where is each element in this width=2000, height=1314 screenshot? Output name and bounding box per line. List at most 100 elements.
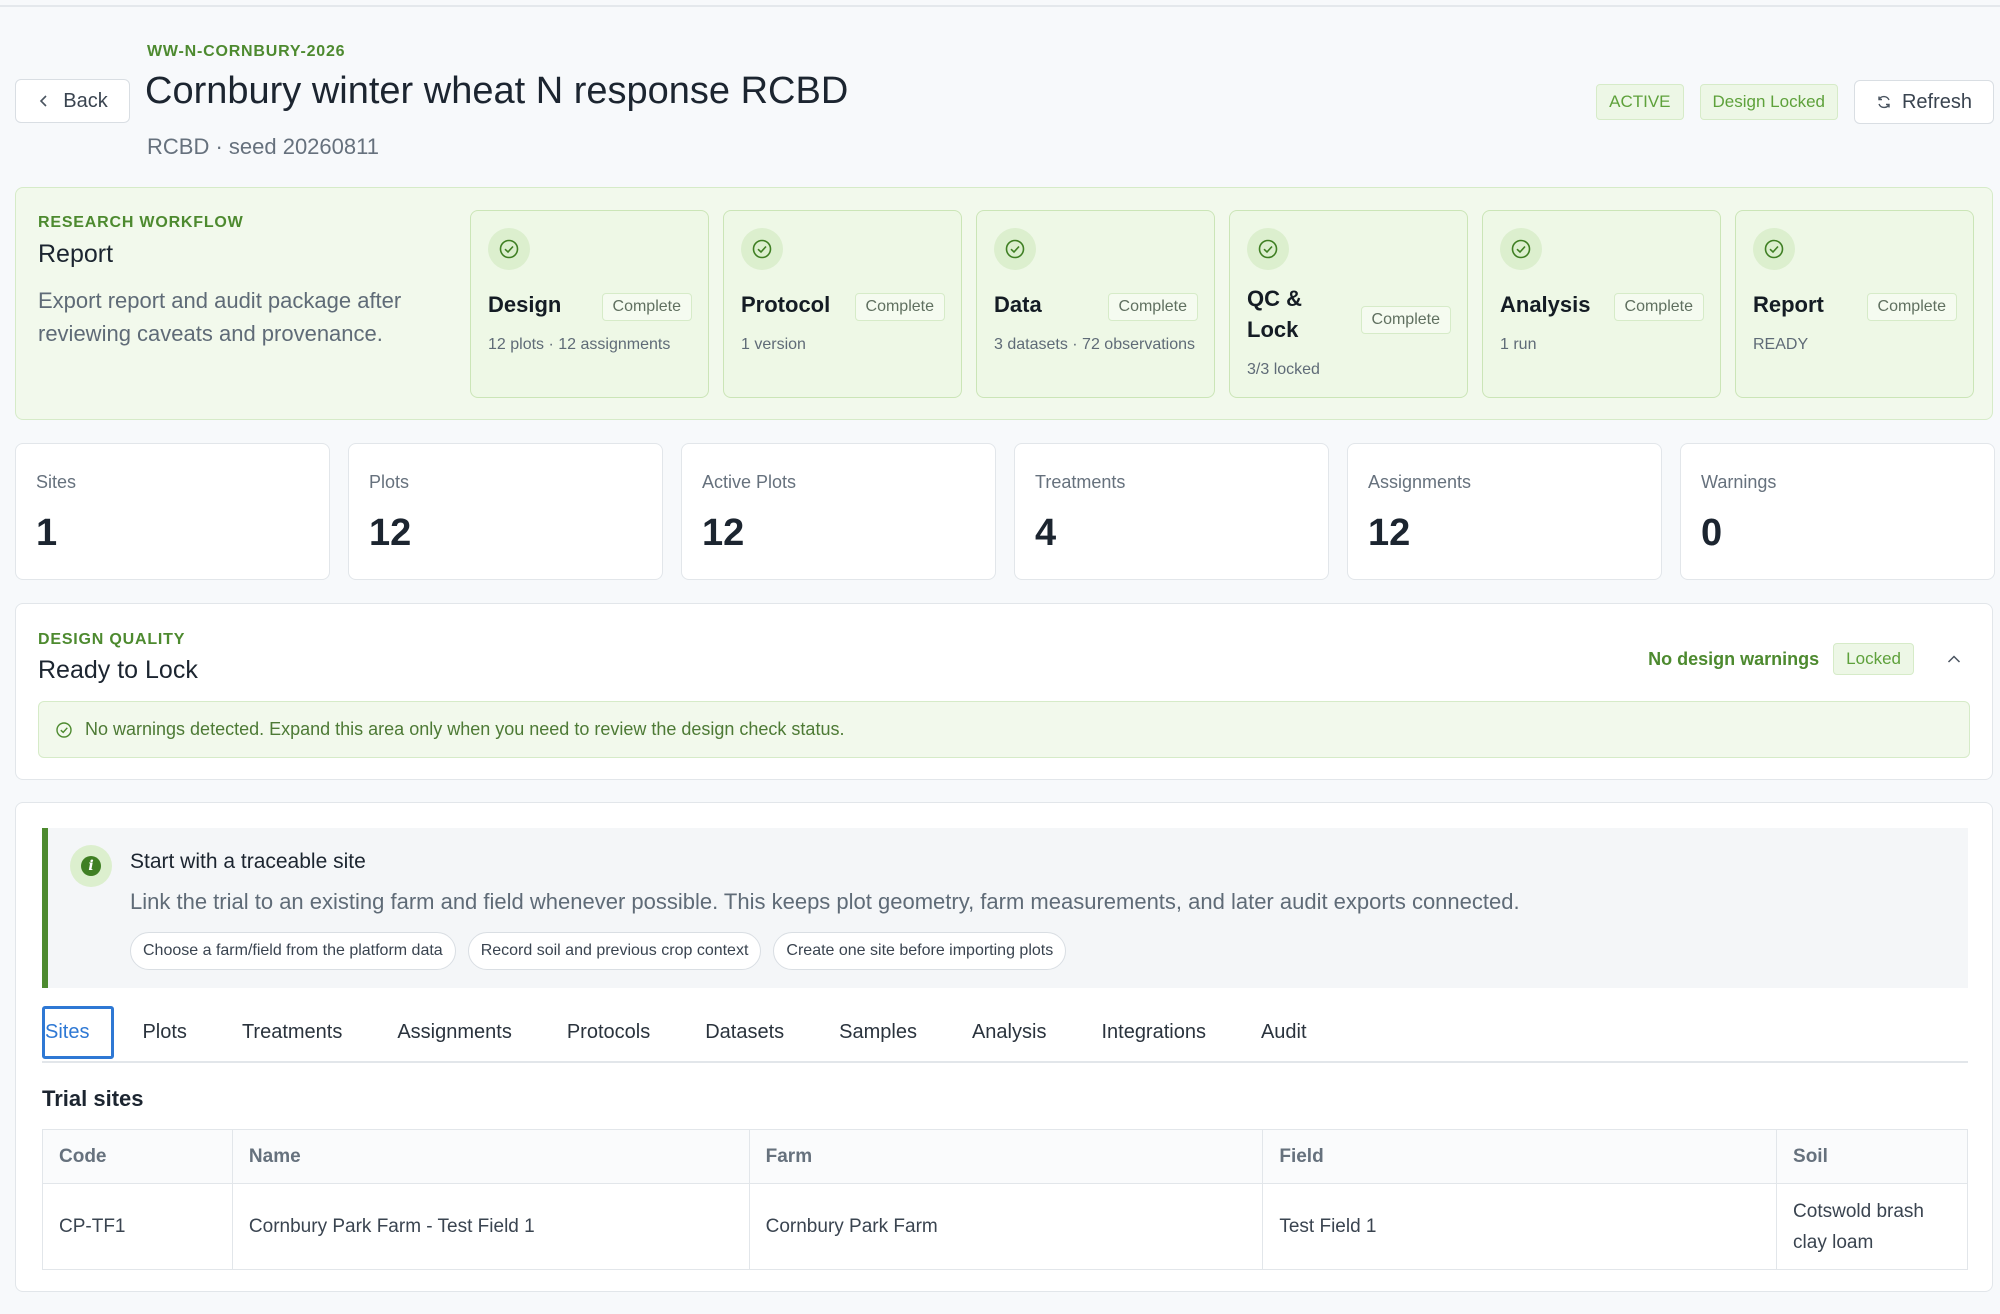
tab-audit[interactable]: Audit [1261, 1011, 1307, 1054]
tab-analysis[interactable]: Analysis [972, 1011, 1046, 1054]
stat-label: Active Plots [702, 472, 797, 492]
design-quality-alert: No warnings detected. Expand this area o… [38, 701, 1970, 758]
chip-create-site[interactable]: Create one site before importing plots [773, 932, 1067, 970]
stat-card-assignments: Assignments 12 [1347, 443, 1662, 580]
callout-title: Start with a traceable site [130, 850, 366, 873]
cell-farm: Cornbury Park Farm [748, 1183, 1264, 1270]
stat-value: 0 [1701, 512, 1723, 554]
stat-label: Treatments [1035, 472, 1126, 492]
stats-row: Sites 1 Plots 12 Active Plots 12 Treatme… [15, 443, 1995, 580]
callout-text: Link the trial to an existing farm and f… [130, 889, 1520, 914]
chevron-up-icon [1947, 655, 1961, 663]
check-circle-icon [488, 228, 530, 270]
step-name: QC & Lock [1247, 286, 1302, 342]
workflow-step-report[interactable]: Report Complete READY [1735, 210, 1974, 398]
back-button[interactable]: Back [15, 79, 130, 123]
check-circle-icon [1500, 228, 1542, 270]
collapse-toggle-button[interactable] [1936, 641, 1972, 677]
cell-field: Test Field 1 [1262, 1183, 1778, 1270]
step-name: Data [994, 292, 1042, 317]
info-icon: i [70, 845, 112, 887]
check-circle-icon [1247, 228, 1289, 270]
stat-value: 1 [36, 512, 58, 554]
tab-assignments[interactable]: Assignments [397, 1011, 512, 1054]
workflow-eyebrow: RESEARCH WORKFLOW [38, 214, 244, 231]
header-actions: ACTIVE Design Locked Refresh [1596, 80, 1994, 124]
workflow-step-analysis[interactable]: Analysis Complete 1 run [1482, 210, 1721, 398]
back-label: Back [63, 89, 108, 112]
status-badge: ACTIVE [1596, 84, 1684, 120]
step-status-badge: Complete [1613, 293, 1704, 321]
table-row[interactable]: CP-TF1 Cornbury Park Farm - Test Field 1… [42, 1183, 1968, 1270]
workflow-step-data[interactable]: Data Complete 3 datasets · 72 observatio… [976, 210, 1215, 398]
step-status-badge: Complete [1360, 306, 1451, 334]
research-workflow-panel: RESEARCH WORKFLOW Report Export report a… [15, 187, 1993, 420]
page-subtitle: RCBD · seed 20260811 [147, 134, 379, 159]
design-quality-eyebrow: DESIGN QUALITY [38, 631, 186, 648]
tab-sites[interactable]: Sites [42, 1005, 115, 1059]
column-header-field[interactable]: Field [1262, 1129, 1778, 1184]
workflow-steps: Design Complete 12 plots · 12 assignment… [470, 210, 1974, 398]
design-quality-panel: DESIGN QUALITY Ready to Lock No design w… [15, 603, 1993, 780]
tab-integrations[interactable]: Integrations [1101, 1011, 1206, 1054]
workflow-step-protocol[interactable]: Protocol Complete 1 version [723, 210, 962, 398]
trial-tabs: Sites Plots Treatments Assignments Proto… [42, 1003, 1968, 1063]
step-status-badge: Complete [601, 293, 692, 321]
workflow-step-design[interactable]: Design Complete 12 plots · 12 assignment… [470, 210, 709, 398]
column-header-name[interactable]: Name [231, 1129, 750, 1184]
refresh-label: Refresh [1901, 90, 1973, 113]
step-status-badge: Complete [1107, 293, 1198, 321]
step-name: Analysis [1500, 292, 1591, 317]
step-meta: 3 datasets · 72 observations [994, 336, 1196, 353]
top-divider [0, 0, 2000, 7]
design-quality-title: Ready to Lock [38, 656, 198, 684]
check-circle-icon [1753, 228, 1795, 270]
step-name: Design [488, 292, 562, 317]
guidance-callout: i Start with a traceable site Link the t… [42, 828, 1968, 988]
alert-text: No warnings detected. Expand this area o… [85, 719, 845, 739]
workflow-step-qc-lock[interactable]: QC & Lock Complete 3/3 locked [1229, 210, 1468, 398]
stat-value: 4 [1035, 512, 1057, 554]
stat-card-plots: Plots 12 [348, 443, 663, 580]
stat-label: Warnings [1701, 472, 1777, 492]
step-meta: 1 version [741, 336, 806, 353]
step-status-badge: Complete [1866, 293, 1957, 321]
tab-protocols[interactable]: Protocols [567, 1011, 650, 1054]
step-name: Report [1753, 292, 1824, 317]
stat-value: 12 [702, 512, 745, 554]
step-meta: READY [1753, 336, 1809, 353]
check-circle-icon [741, 228, 783, 270]
workflow-title: Report [38, 240, 114, 268]
cell-soil: Cotswold brash clay loam [1776, 1183, 1968, 1270]
tab-treatments[interactable]: Treatments [242, 1011, 342, 1054]
column-header-farm[interactable]: Farm [748, 1129, 1264, 1184]
step-name: Protocol [741, 292, 831, 317]
workflow-description: Export report and audit package after re… [38, 288, 402, 346]
stat-label: Plots [369, 472, 410, 492]
step-status-badge: Complete [854, 293, 945, 321]
stat-card-active-plots: Active Plots 12 [681, 443, 996, 580]
tab-datasets[interactable]: Datasets [705, 1011, 784, 1054]
tab-samples[interactable]: Samples [839, 1011, 917, 1054]
step-meta: 3/3 locked [1247, 361, 1320, 378]
chip-record-soil-context[interactable]: Record soil and previous crop context [467, 932, 762, 970]
column-header-soil[interactable]: Soil [1776, 1129, 1968, 1184]
stat-value: 12 [1368, 512, 1411, 554]
check-circle-icon [994, 228, 1036, 270]
chip-choose-farm-field[interactable]: Choose a farm/field from the platform da… [130, 932, 456, 970]
design-warnings-status: No design warnings [1648, 648, 1820, 669]
chevron-left-icon [40, 95, 47, 107]
step-meta: 1 run [1500, 336, 1537, 353]
trial-code: WW-N-CORNBURY-2026 [147, 43, 346, 60]
design-locked-badge: Design Locked [1699, 84, 1838, 120]
stat-card-treatments: Treatments 4 [1014, 443, 1329, 580]
sites-table: Code Name Farm Field Soil CP-TF1 Cornbur… [42, 1129, 1968, 1270]
table-header-row: Code Name Farm Field Soil [42, 1129, 1968, 1184]
stat-card-sites: Sites 1 [15, 443, 330, 580]
step-meta: 12 plots · 12 assignments [488, 336, 671, 353]
refresh-button[interactable]: Refresh [1854, 80, 1994, 124]
refresh-icon [1878, 95, 1890, 109]
stat-label: Sites [36, 472, 77, 492]
column-header-code[interactable]: Code [42, 1129, 233, 1184]
tab-plots[interactable]: Plots [142, 1011, 186, 1054]
